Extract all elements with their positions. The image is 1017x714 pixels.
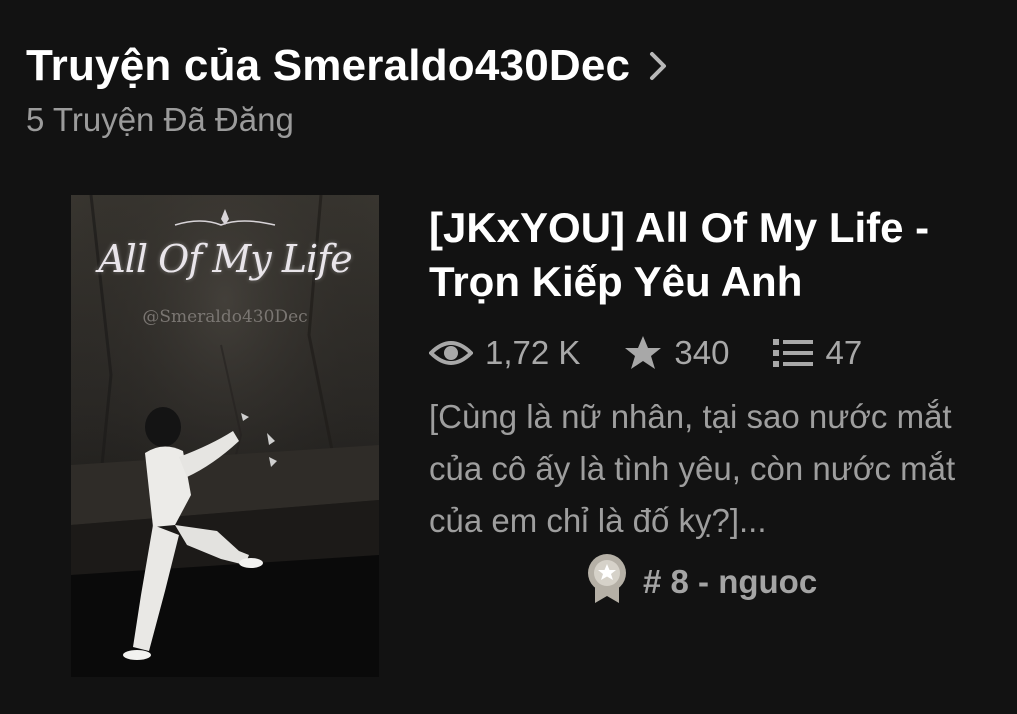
ribbon-badge-icon: [585, 553, 629, 610]
header-title: Truyện của Smeraldo430Dec: [26, 41, 631, 90]
cover-author-watermark: @Smeraldo430Dec: [142, 307, 308, 327]
chevron-right-icon: [648, 50, 672, 82]
author-stories-link[interactable]: Truyện của Smeraldo430Dec: [26, 40, 726, 92]
story-title[interactable]: [JKxYOU] All Of My Life - Trọn Kiếp Yêu …: [429, 201, 999, 309]
story-stats: 1,72 K 340 47: [429, 329, 999, 377]
reads-stat: 1,72 K: [429, 334, 580, 372]
story-description: [Cùng là nữ nhân, tại sao nước mắt của c…: [429, 398, 956, 539]
eye-icon: [429, 338, 473, 368]
author-stories-header: Truyện của Smeraldo430Dec 5 Truyện Đã Đă…: [26, 40, 726, 140]
parts-stat: 47: [773, 334, 862, 372]
votes-stat: 340: [624, 334, 729, 372]
ranking-badge[interactable]: # 8 - nguoc: [585, 553, 817, 610]
reads-count: 1,72 K: [485, 334, 581, 371]
cover-title-art: All Of My Life: [98, 237, 353, 281]
story-info: [JKxYOU] All Of My Life - Trọn Kiếp Yêu …: [429, 201, 999, 547]
star-icon: [624, 335, 662, 371]
list-icon: [773, 337, 814, 369]
published-stories-count: 5 Truyện Đã Đăng: [26, 101, 294, 138]
ranking-text: # 8 - nguoc: [643, 562, 818, 600]
votes-count: 340: [674, 334, 730, 371]
parts-count: 47: [825, 334, 863, 371]
story-cover[interactable]: All Of My Life @Smeraldo430Dec: [71, 195, 379, 677]
